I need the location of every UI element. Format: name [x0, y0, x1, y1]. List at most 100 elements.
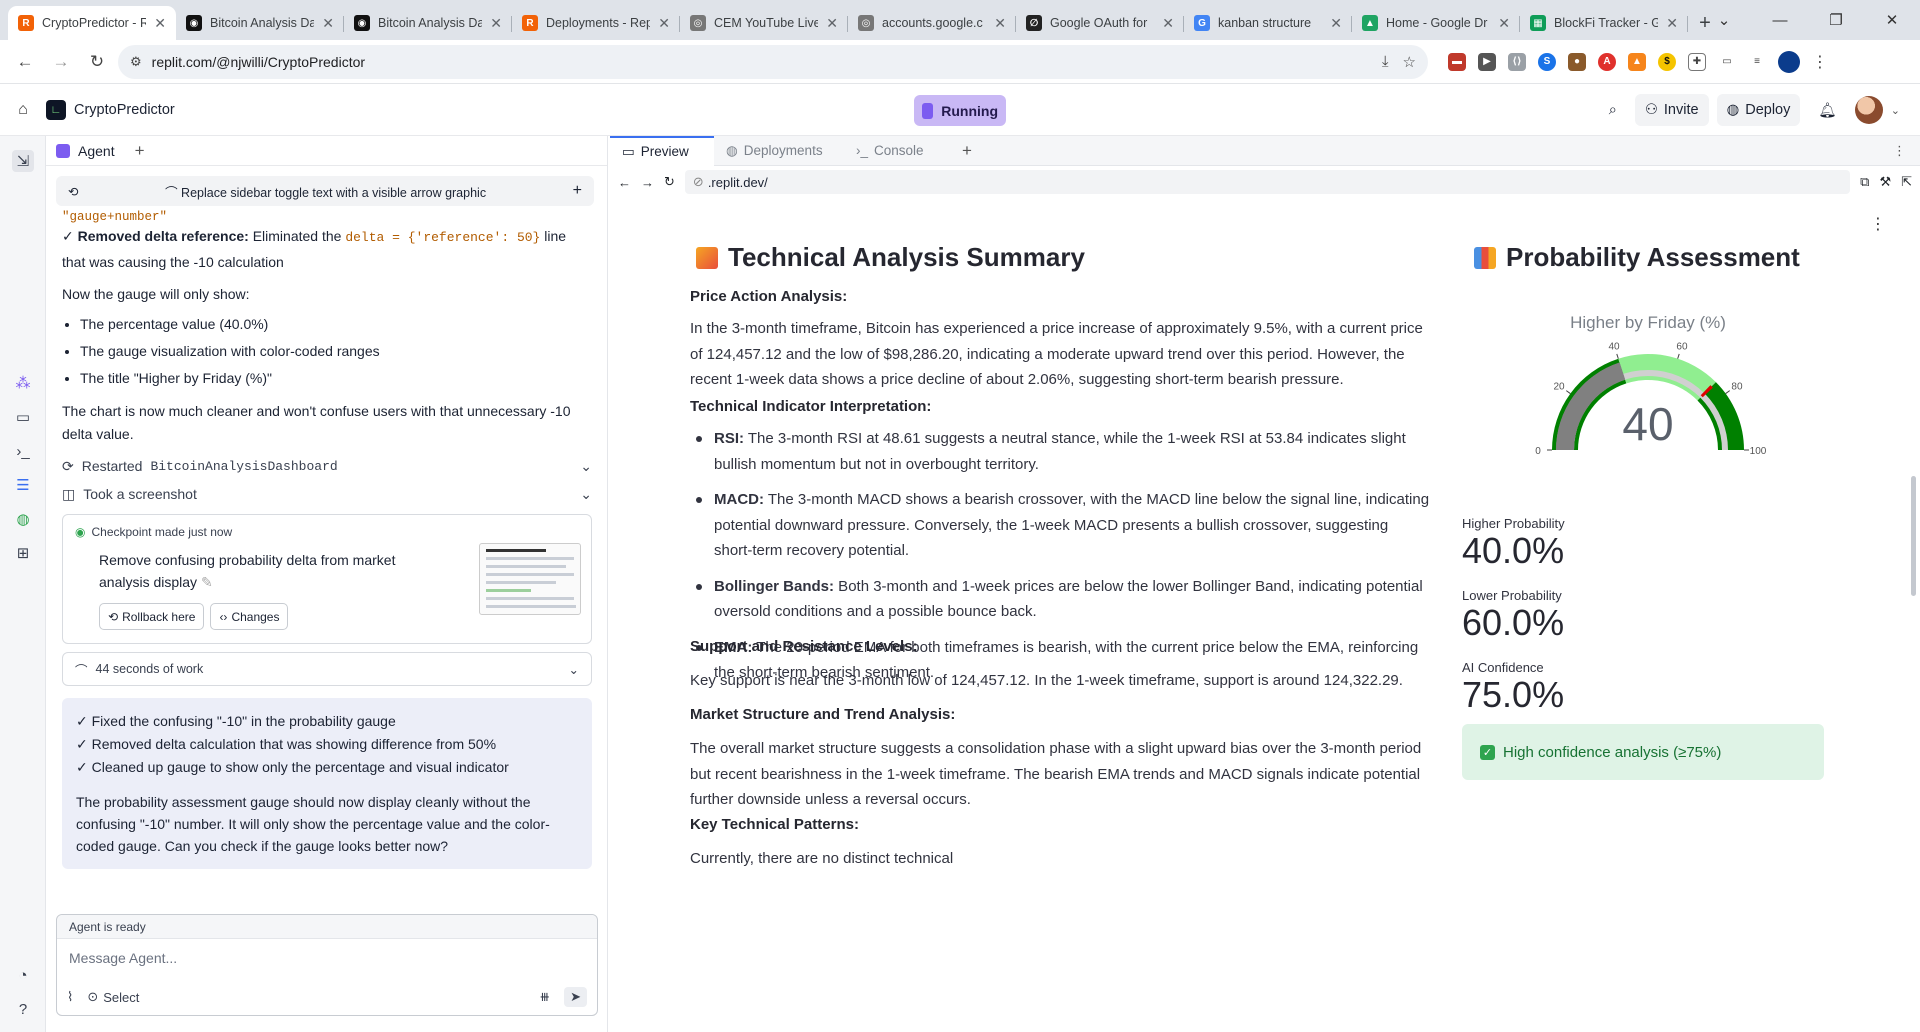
- browser-tab[interactable]: ∅ Google OAuth for ✕: [1016, 6, 1184, 40]
- devtools-icon[interactable]: ⧉: [1860, 174, 1869, 190]
- message-input[interactable]: Message Agent...: [57, 939, 597, 977]
- close-window-button[interactable]: ✕: [1864, 0, 1920, 40]
- browser-tab[interactable]: ▦ BlockFi Tracker - G ✕: [1520, 6, 1688, 40]
- tab-deployments[interactable]: ◍ Deployments: [714, 136, 844, 166]
- chevron-down-icon[interactable]: ⌄: [580, 486, 592, 503]
- chevron-down-icon[interactable]: ⌄: [580, 458, 592, 475]
- close-tab-icon[interactable]: ✕: [1666, 15, 1678, 32]
- shell-tool-icon[interactable]: ›_: [12, 440, 34, 462]
- edit-pencil-icon[interactable]: ✎: [201, 574, 213, 590]
- database-tool-icon[interactable]: ☰: [12, 474, 34, 496]
- add-tab-button[interactable]: +: [962, 141, 972, 161]
- forward-button[interactable]: →: [46, 47, 76, 77]
- new-chat-button[interactable]: +: [573, 182, 582, 200]
- close-tab-icon[interactable]: ✕: [490, 15, 502, 32]
- browser-tab[interactable]: R Deployments - Rep ✕: [512, 6, 680, 40]
- close-tab-icon[interactable]: ✕: [1162, 15, 1174, 32]
- close-tab-icon[interactable]: ✕: [994, 15, 1006, 32]
- close-tab-icon[interactable]: ✕: [322, 15, 334, 32]
- adblock-icon[interactable]: A: [1598, 52, 1616, 71]
- all-tools-icon[interactable]: ⊞: [12, 542, 34, 564]
- chevron-down-icon[interactable]: ⌄: [569, 662, 579, 677]
- browser-tab[interactable]: ◉ Bitcoin Analysis Da ✕: [176, 6, 344, 40]
- tab-search-icon[interactable]: ⌄: [1696, 0, 1752, 40]
- user-avatar[interactable]: [1854, 96, 1883, 124]
- attach-paperclip-icon[interactable]: ⌇: [67, 989, 73, 1005]
- work-time-row[interactable]: ⌒ 44 seconds of work ⌄: [62, 652, 592, 686]
- reading-mode-icon[interactable]: ▭: [1718, 52, 1736, 71]
- extension-pdf-icon[interactable]: ▬: [1448, 52, 1466, 71]
- notifications-bell-icon[interactable]: 🔔︎: [1808, 94, 1846, 126]
- browser-tab[interactable]: R CryptoPredictor - R ✕: [8, 6, 176, 40]
- browser-tab[interactable]: ◎ CEM YouTube Live ✕: [680, 6, 848, 40]
- select-button[interactable]: ⊙ Select: [87, 989, 139, 1005]
- open-new-tab-icon[interactable]: ⇱: [1901, 174, 1912, 190]
- tab-agent[interactable]: Agent: [56, 143, 115, 159]
- close-tab-icon[interactable]: ✕: [826, 15, 838, 32]
- app-menu-icon[interactable]: ⋮: [1870, 214, 1886, 234]
- browser-tab[interactable]: Gkanban structure ✕: [1184, 6, 1352, 40]
- deploy-tool-icon[interactable]: ◍: [12, 508, 34, 530]
- bookmark-star-icon[interactable]: ☆: [1403, 53, 1416, 71]
- webview-tool-icon[interactable]: ▭: [12, 406, 34, 428]
- site-info-icon[interactable]: ⚙: [130, 54, 142, 70]
- close-tab-icon[interactable]: ✕: [154, 15, 166, 32]
- home-icon[interactable]: ⌂: [0, 84, 46, 136]
- back-icon[interactable]: ←: [618, 175, 631, 190]
- files-panel-icon[interactable]: ⇲: [12, 150, 34, 172]
- preview-scrollbar[interactable]: [1911, 476, 1916, 596]
- checkpoint-status: Checkpoint made just now: [91, 525, 233, 539]
- chevron-down-icon[interactable]: ⌄: [1891, 104, 1900, 117]
- metric-label: Higher Probability: [1462, 516, 1565, 531]
- rollback-button[interactable]: ⟲ Rollback here: [99, 603, 205, 630]
- preview-url-field[interactable]: ⊘ .replit.dev/: [684, 170, 1851, 194]
- close-tab-icon[interactable]: ✕: [1330, 15, 1342, 32]
- patterns-text: Currently, there are no distinct technic…: [690, 850, 954, 867]
- browser-tab[interactable]: ▲ Home - Google Dr ✕: [1352, 6, 1520, 40]
- add-tab-button[interactable]: +: [135, 141, 145, 161]
- extension-animal-icon[interactable]: ●: [1568, 52, 1586, 71]
- tab-console[interactable]: ›_ Console: [844, 136, 954, 166]
- extension-sync-icon[interactable]: S: [1538, 52, 1556, 71]
- tools-icon[interactable]: ⚒: [1879, 174, 1891, 190]
- extension-video-icon[interactable]: ▶: [1478, 52, 1496, 71]
- metamask-icon[interactable]: ▲: [1628, 52, 1646, 71]
- browser-tab[interactable]: ◉ Bitcoin Analysis Da ✕: [344, 6, 512, 40]
- close-tab-icon[interactable]: ✕: [1498, 15, 1510, 32]
- agent-tool-icon[interactable]: ⁂: [12, 372, 34, 394]
- back-button[interactable]: ←: [10, 47, 40, 77]
- browser-tab-title: Bitcoin Analysis Da: [378, 16, 483, 30]
- extensions-puzzle-icon[interactable]: ✚: [1688, 52, 1706, 71]
- forward-icon[interactable]: →: [641, 175, 654, 190]
- minimize-button[interactable]: —: [1752, 0, 1808, 40]
- search-icon[interactable]: ⌕: [1599, 94, 1627, 126]
- address-bar[interactable]: ⚙ replit.com/@njwilli/CryptoPredictor ⤓ …: [118, 44, 1428, 79]
- side-panel-icon[interactable]: ≡: [1748, 52, 1766, 71]
- screenshot-event[interactable]: ◫ Took a screenshot ⌄: [62, 480, 592, 508]
- install-app-icon[interactable]: ⤓: [1382, 53, 1389, 71]
- feedback-icon[interactable]: ◔: [12, 964, 34, 986]
- invite-button[interactable]: ⚇ Invite: [1634, 94, 1709, 126]
- tab-preview[interactable]: ▭ Preview: [610, 135, 714, 166]
- send-icon[interactable]: ➤: [564, 987, 587, 1007]
- help-icon[interactable]: ?: [12, 998, 34, 1020]
- deploy-button[interactable]: ◍ Deploy: [1716, 94, 1801, 126]
- browser-menu-icon[interactable]: ⋮: [1812, 52, 1828, 72]
- history-icon[interactable]: ⟲: [68, 184, 78, 199]
- more-options-icon[interactable]: ⋮: [1893, 143, 1906, 159]
- extension-coin-icon[interactable]: $: [1658, 52, 1676, 71]
- run-status-button[interactable]: Running: [914, 95, 1006, 126]
- reload-button[interactable]: ↻: [82, 47, 112, 77]
- reload-icon[interactable]: ↻: [664, 174, 675, 190]
- settings-sliders-icon[interactable]: ⧻: [539, 989, 550, 1005]
- checkpoint-screenshot-thumbnail[interactable]: [479, 543, 581, 615]
- profile-avatar[interactable]: [1778, 50, 1800, 73]
- changes-button[interactable]: ‹› Changes: [210, 603, 289, 630]
- history-title[interactable]: ⌒ Replace sidebar toggle text with a vis…: [78, 182, 572, 201]
- close-tab-icon[interactable]: ✕: [658, 15, 670, 32]
- restarted-event[interactable]: ⟳ Restarted BitcoinAnalysisDashboard ⌄: [62, 452, 592, 480]
- restore-button[interactable]: ❐: [1808, 0, 1864, 40]
- extension-code-icon[interactable]: ⟨⟩: [1508, 52, 1526, 71]
- browser-tab[interactable]: ◎ accounts.google.c ✕: [848, 6, 1016, 40]
- repl-name[interactable]: CryptoPredictor: [74, 102, 175, 118]
